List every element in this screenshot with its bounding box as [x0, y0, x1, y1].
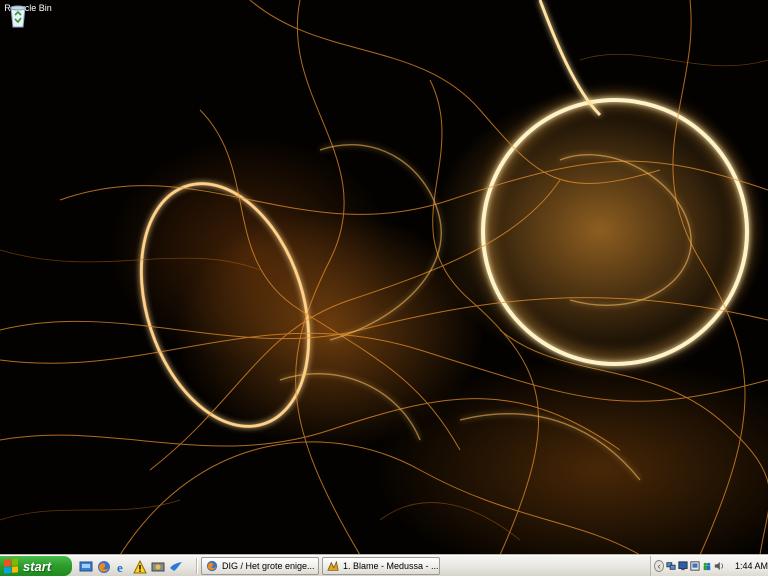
messenger-icon[interactable] [702, 560, 712, 572]
network-icon[interactable] [666, 560, 676, 572]
internet-explorer-icon[interactable]: e [115, 560, 129, 574]
start-label: start [23, 558, 52, 574]
windows-logo-icon [4, 558, 18, 574]
recycle-bin-icon [10, 5, 26, 28]
media-icon[interactable] [151, 560, 165, 574]
chevron-left-icon[interactable]: ‹ [654, 560, 665, 572]
quick-launch-bar: e [79, 558, 183, 575]
display-icon[interactable] [678, 560, 688, 572]
monitor-icon[interactable] [690, 560, 700, 572]
task-button-label: 1. Blame - Medussa - ... [343, 561, 439, 571]
task-button-winamp[interactable]: 1. Blame - Medussa - ... [322, 557, 440, 575]
task-button-firefox[interactable]: DIG / Het grote enige... [201, 557, 319, 575]
winamp-icon [327, 560, 339, 571]
warning-icon[interactable] [133, 559, 147, 574]
taskbar-separator [196, 558, 198, 574]
wallpaper [0, 0, 768, 555]
taskbar-clock[interactable]: 1:44 AM [735, 561, 768, 571]
firefox-icon[interactable] [97, 560, 111, 574]
svg-text:e: e [117, 560, 123, 574]
desktop-icon-recycle-bin[interactable]: Recycle Bin [4, 2, 52, 28]
system-tray: ‹ 1:44 AM [650, 556, 768, 576]
taskbar: start e DIG / Het grote enige... 1. Blam… [0, 555, 768, 576]
task-button-label: DIG / Het grote enige... [222, 561, 315, 571]
desktop[interactable]: Recycle Bin [0, 0, 768, 555]
volume-icon[interactable] [714, 560, 724, 572]
firefox-icon [206, 560, 218, 572]
messenger-bird-icon[interactable] [169, 560, 183, 574]
show-desktop-icon[interactable] [79, 560, 93, 574]
start-button[interactable]: start [0, 556, 72, 576]
